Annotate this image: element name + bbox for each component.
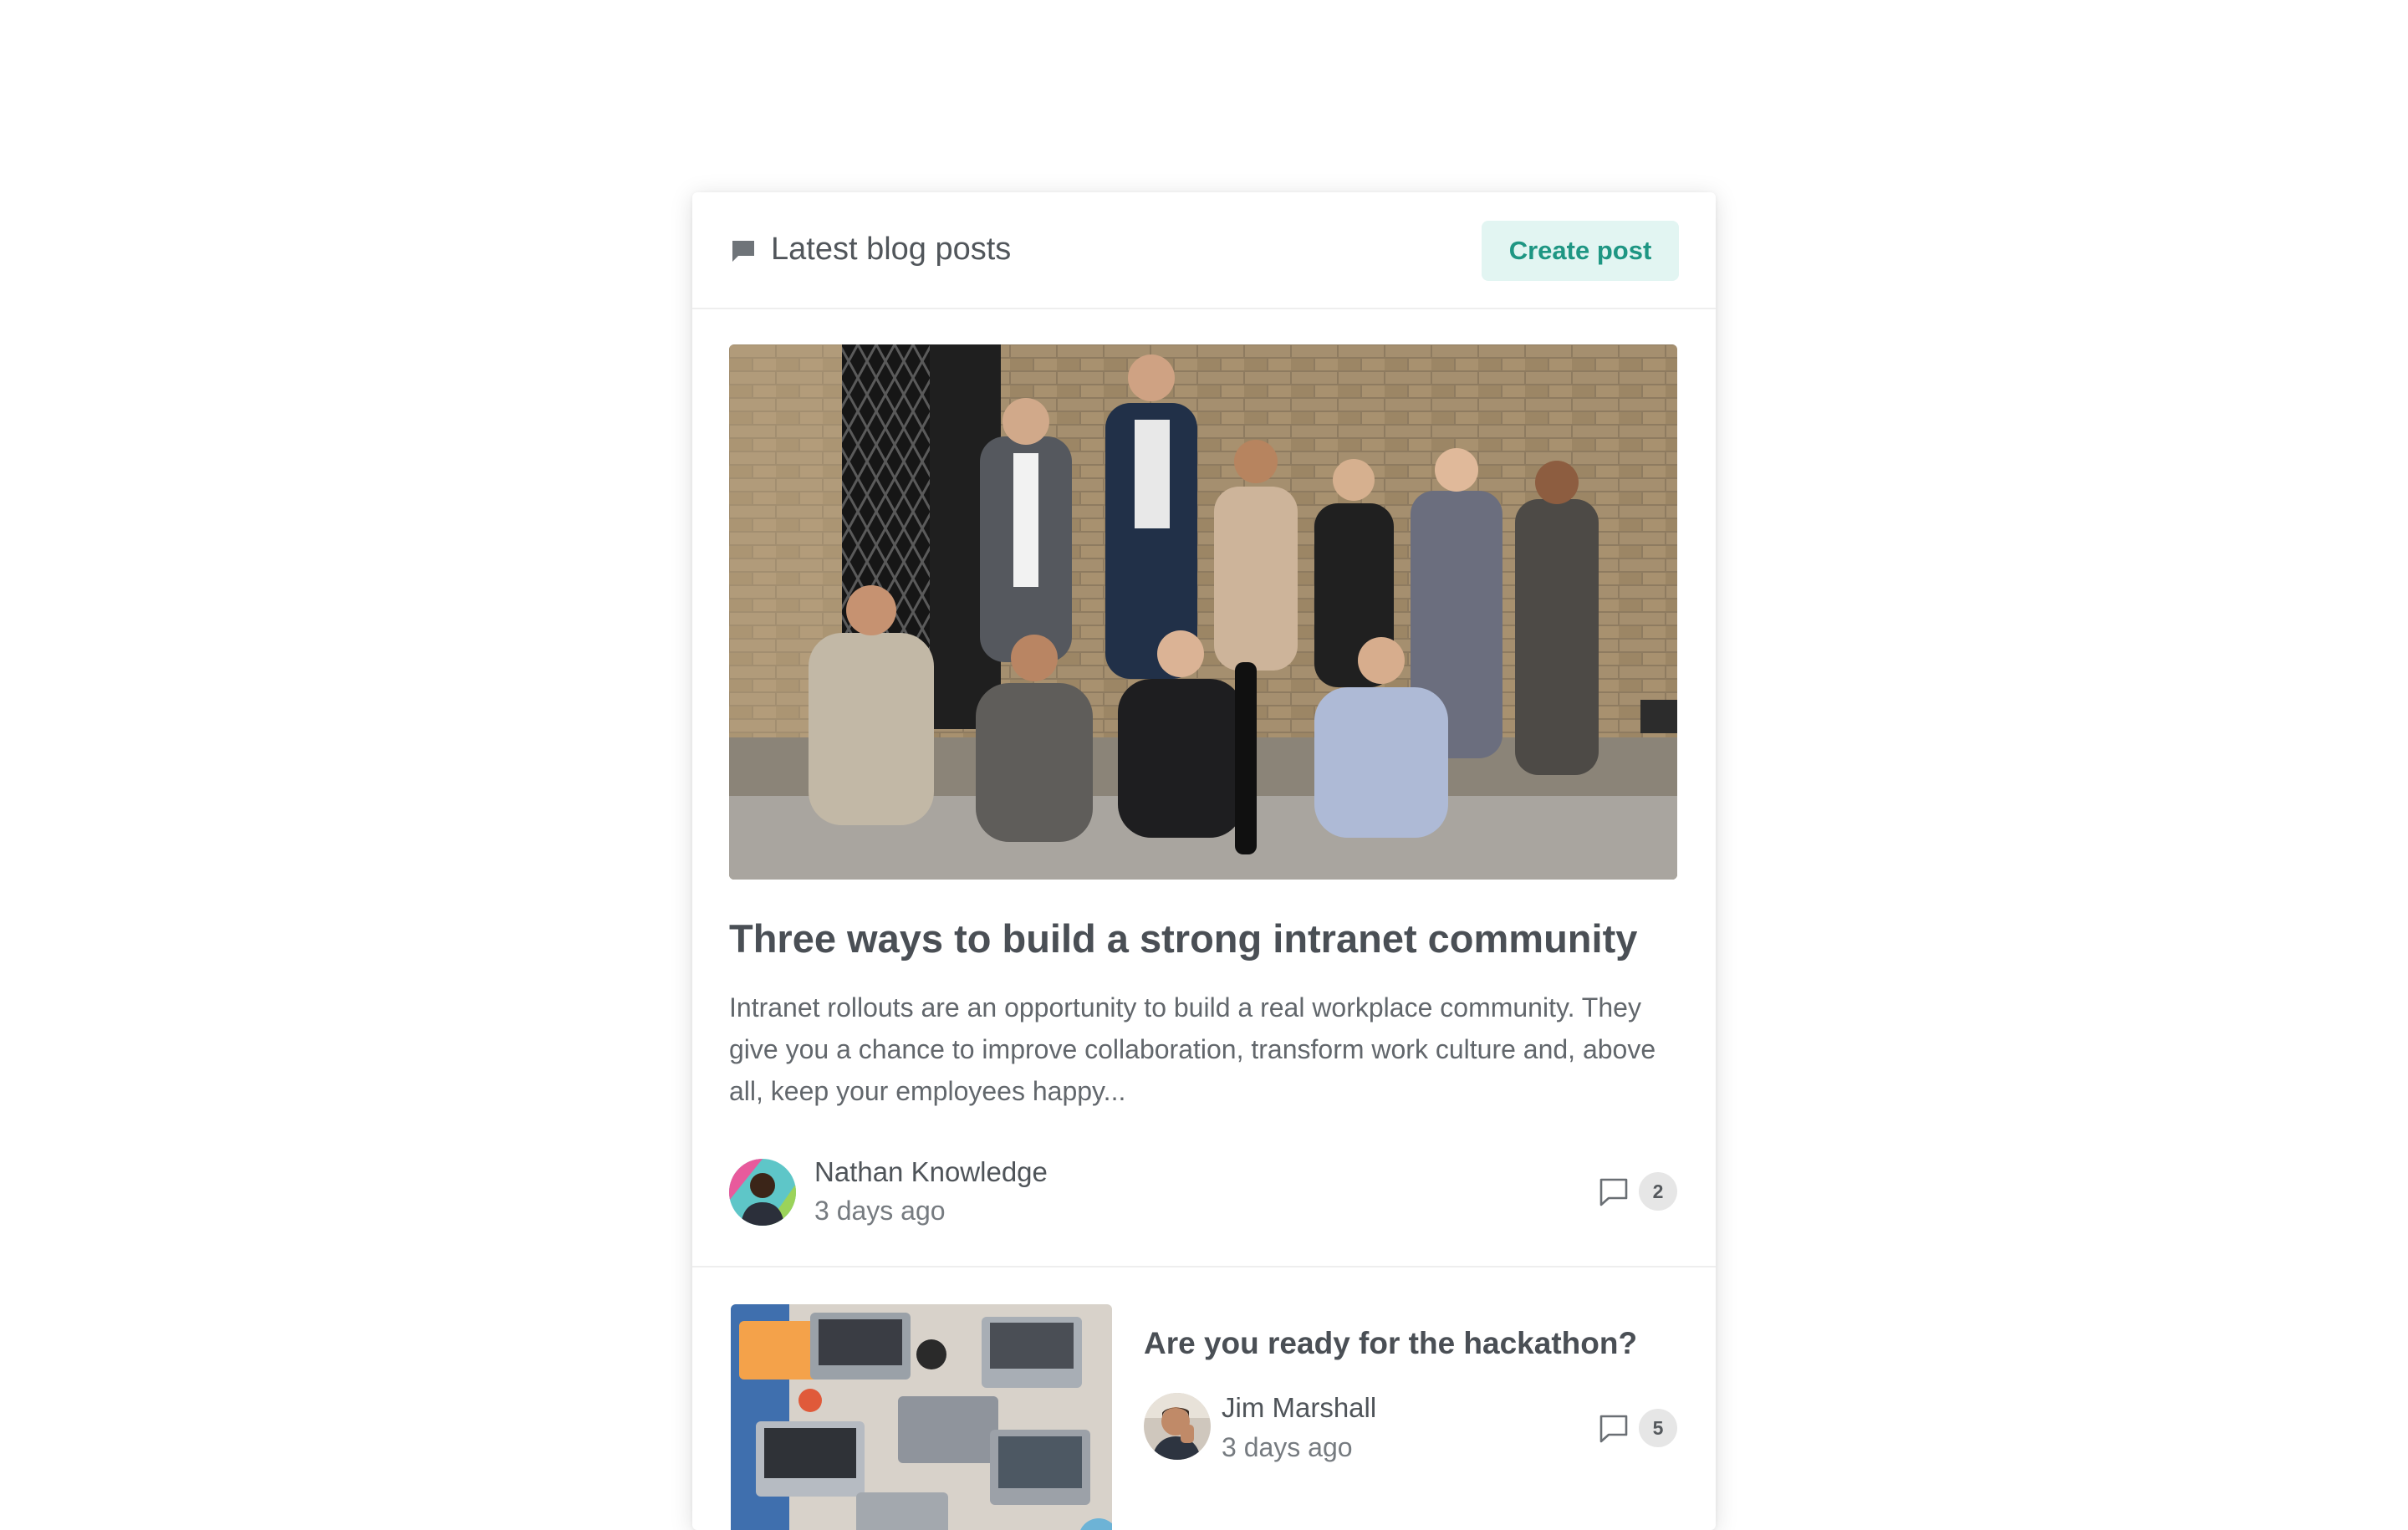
comment-count-badge: 2 (1639, 1172, 1677, 1211)
author-name[interactable]: Jim Marshall (1222, 1390, 1376, 1426)
blog-icon (732, 241, 754, 262)
comment-count-badge: 5 (1639, 1409, 1677, 1447)
post-divider (692, 1266, 1716, 1267)
featured-post-image[interactable] (729, 344, 1677, 880)
post-timestamp: 3 days ago (814, 1196, 946, 1226)
create-post-button[interactable]: Create post (1482, 221, 1679, 281)
comment-icon[interactable] (1598, 1413, 1630, 1445)
comment-icon[interactable] (1598, 1176, 1630, 1208)
author-avatar[interactable] (1144, 1393, 1211, 1460)
author-avatar[interactable] (729, 1159, 796, 1226)
post-timestamp: 3 days ago (1222, 1432, 1353, 1462)
widget-title: Latest blog posts (771, 232, 1012, 267)
author-name[interactable]: Nathan Knowledge (814, 1154, 1048, 1191)
featured-post-excerpt: Intranet rollouts are an opportunity to … (729, 992, 1656, 1106)
post-thumbnail[interactable] (731, 1304, 1112, 1530)
widget-header: Latest blog posts Create post (692, 192, 1716, 309)
post-title[interactable]: Are you ready for the hackathon? (1144, 1323, 1637, 1364)
featured-post-title[interactable]: Three ways to build a strong intranet co… (729, 913, 1682, 965)
blog-posts-widget: Latest blog posts Create post Three ways… (692, 192, 1716, 1530)
